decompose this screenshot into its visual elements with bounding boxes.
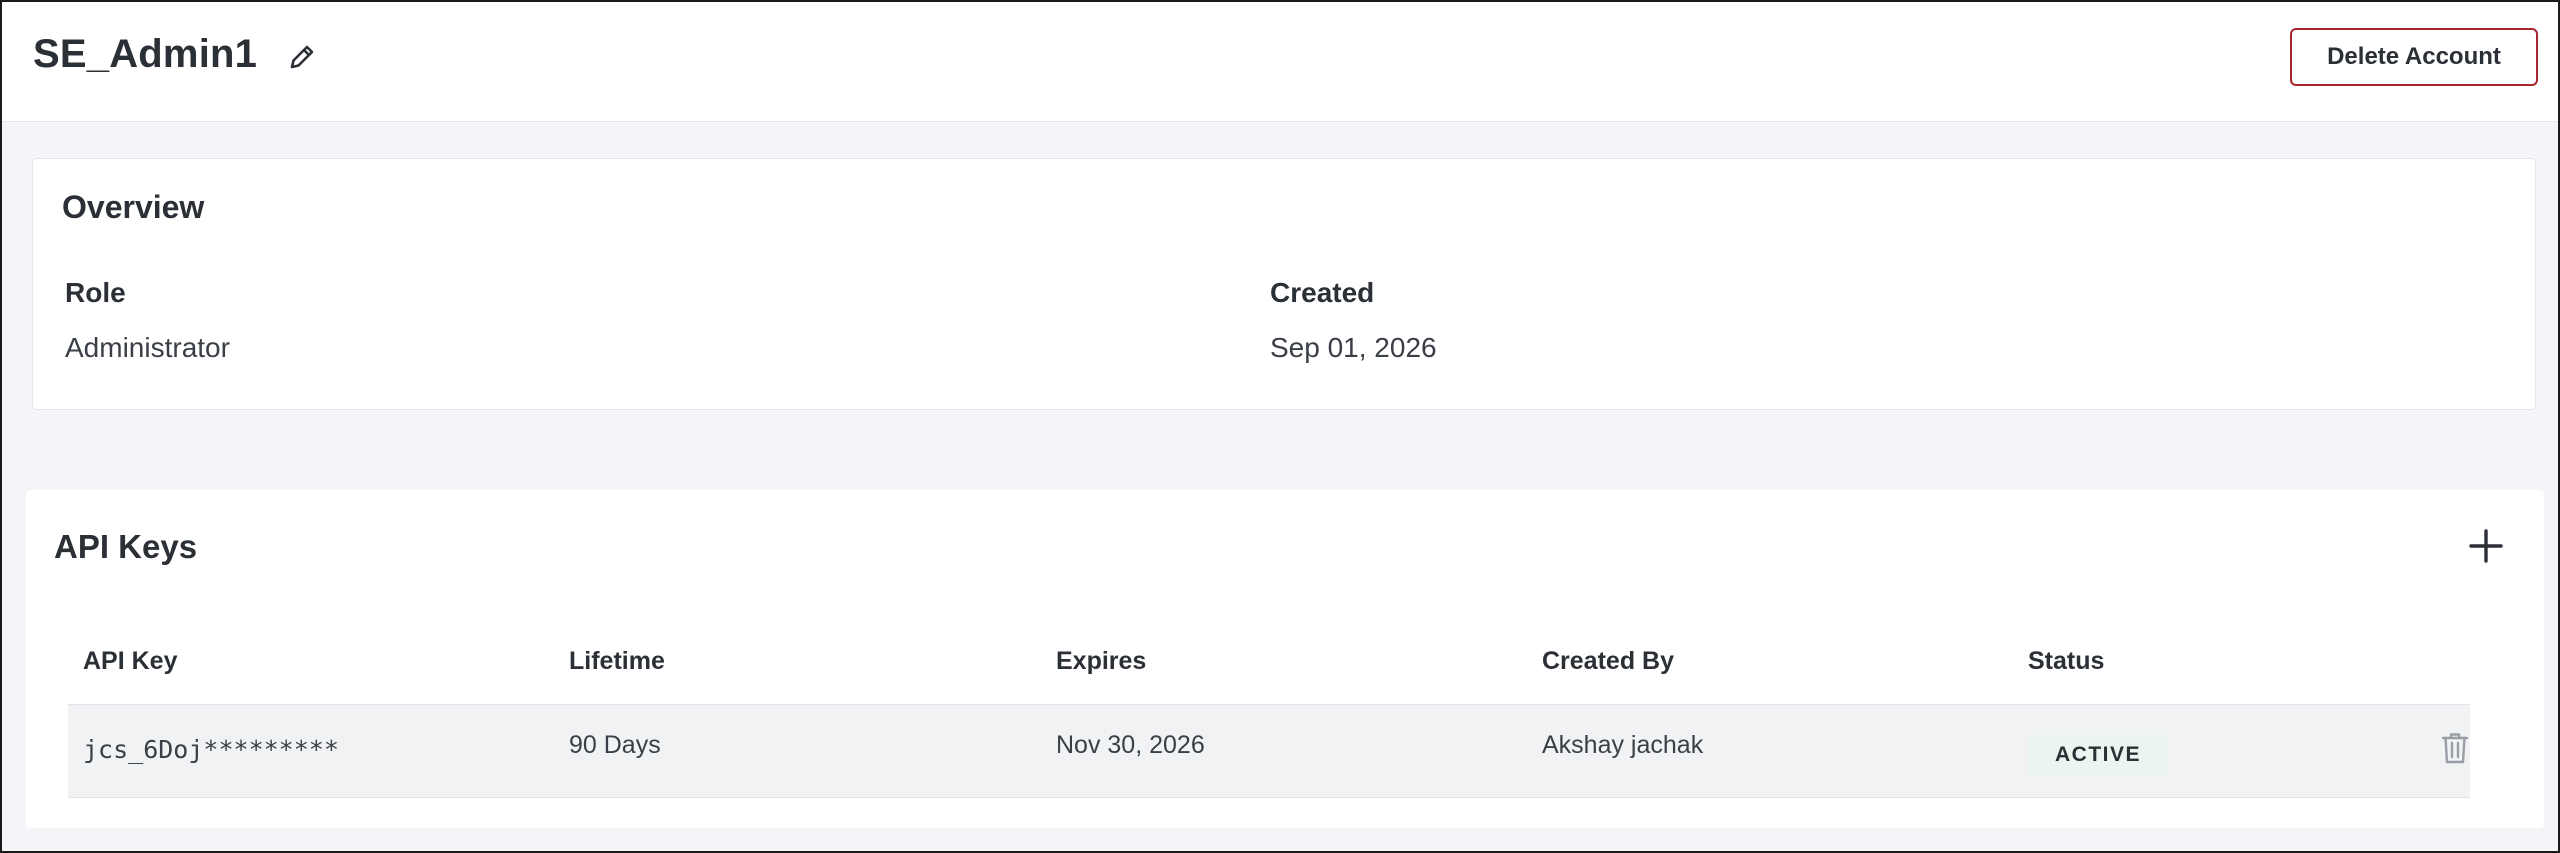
overview-title: Overview	[62, 189, 205, 225]
pencil-icon[interactable]	[286, 41, 318, 73]
column-header-expires: Expires	[1056, 647, 1147, 675]
page-title: SE_Admin1	[33, 32, 258, 76]
overview-card: Overview Role Administrator Created Sep …	[32, 158, 2536, 410]
created-by-value: Akshay jachak	[1542, 731, 1704, 759]
role-value: Administrator	[65, 332, 230, 363]
created-value: Sep 01, 2026	[1270, 332, 1437, 363]
page-header: SE_Admin1 Delete Account	[2, 2, 2558, 122]
api-keys-card: API Keys API Key Lifetime Expires Create…	[26, 490, 2544, 828]
api-key-value: jcs_6Doj*********	[83, 735, 339, 764]
status-badge: ACTIVE	[2028, 735, 2168, 775]
delete-account-button[interactable]: Delete Account	[2290, 28, 2538, 86]
api-keys-title: API Keys	[54, 528, 198, 565]
expires-value: Nov 30, 2026	[1056, 731, 1205, 759]
trash-icon[interactable]	[2440, 731, 2470, 765]
role-label: Role	[65, 277, 126, 308]
column-header-lifetime: Lifetime	[569, 647, 665, 675]
column-header-status: Status	[2028, 647, 2105, 675]
plus-icon[interactable]	[2466, 526, 2506, 566]
column-header-api-key: API Key	[83, 647, 178, 675]
column-header-created-by: Created By	[1542, 647, 1674, 675]
created-label: Created	[1270, 277, 1375, 308]
lifetime-value: 90 Days	[569, 731, 661, 759]
table-row: jcs_6Doj********* 90 Days Nov 30, 2026 A…	[68, 704, 2470, 798]
